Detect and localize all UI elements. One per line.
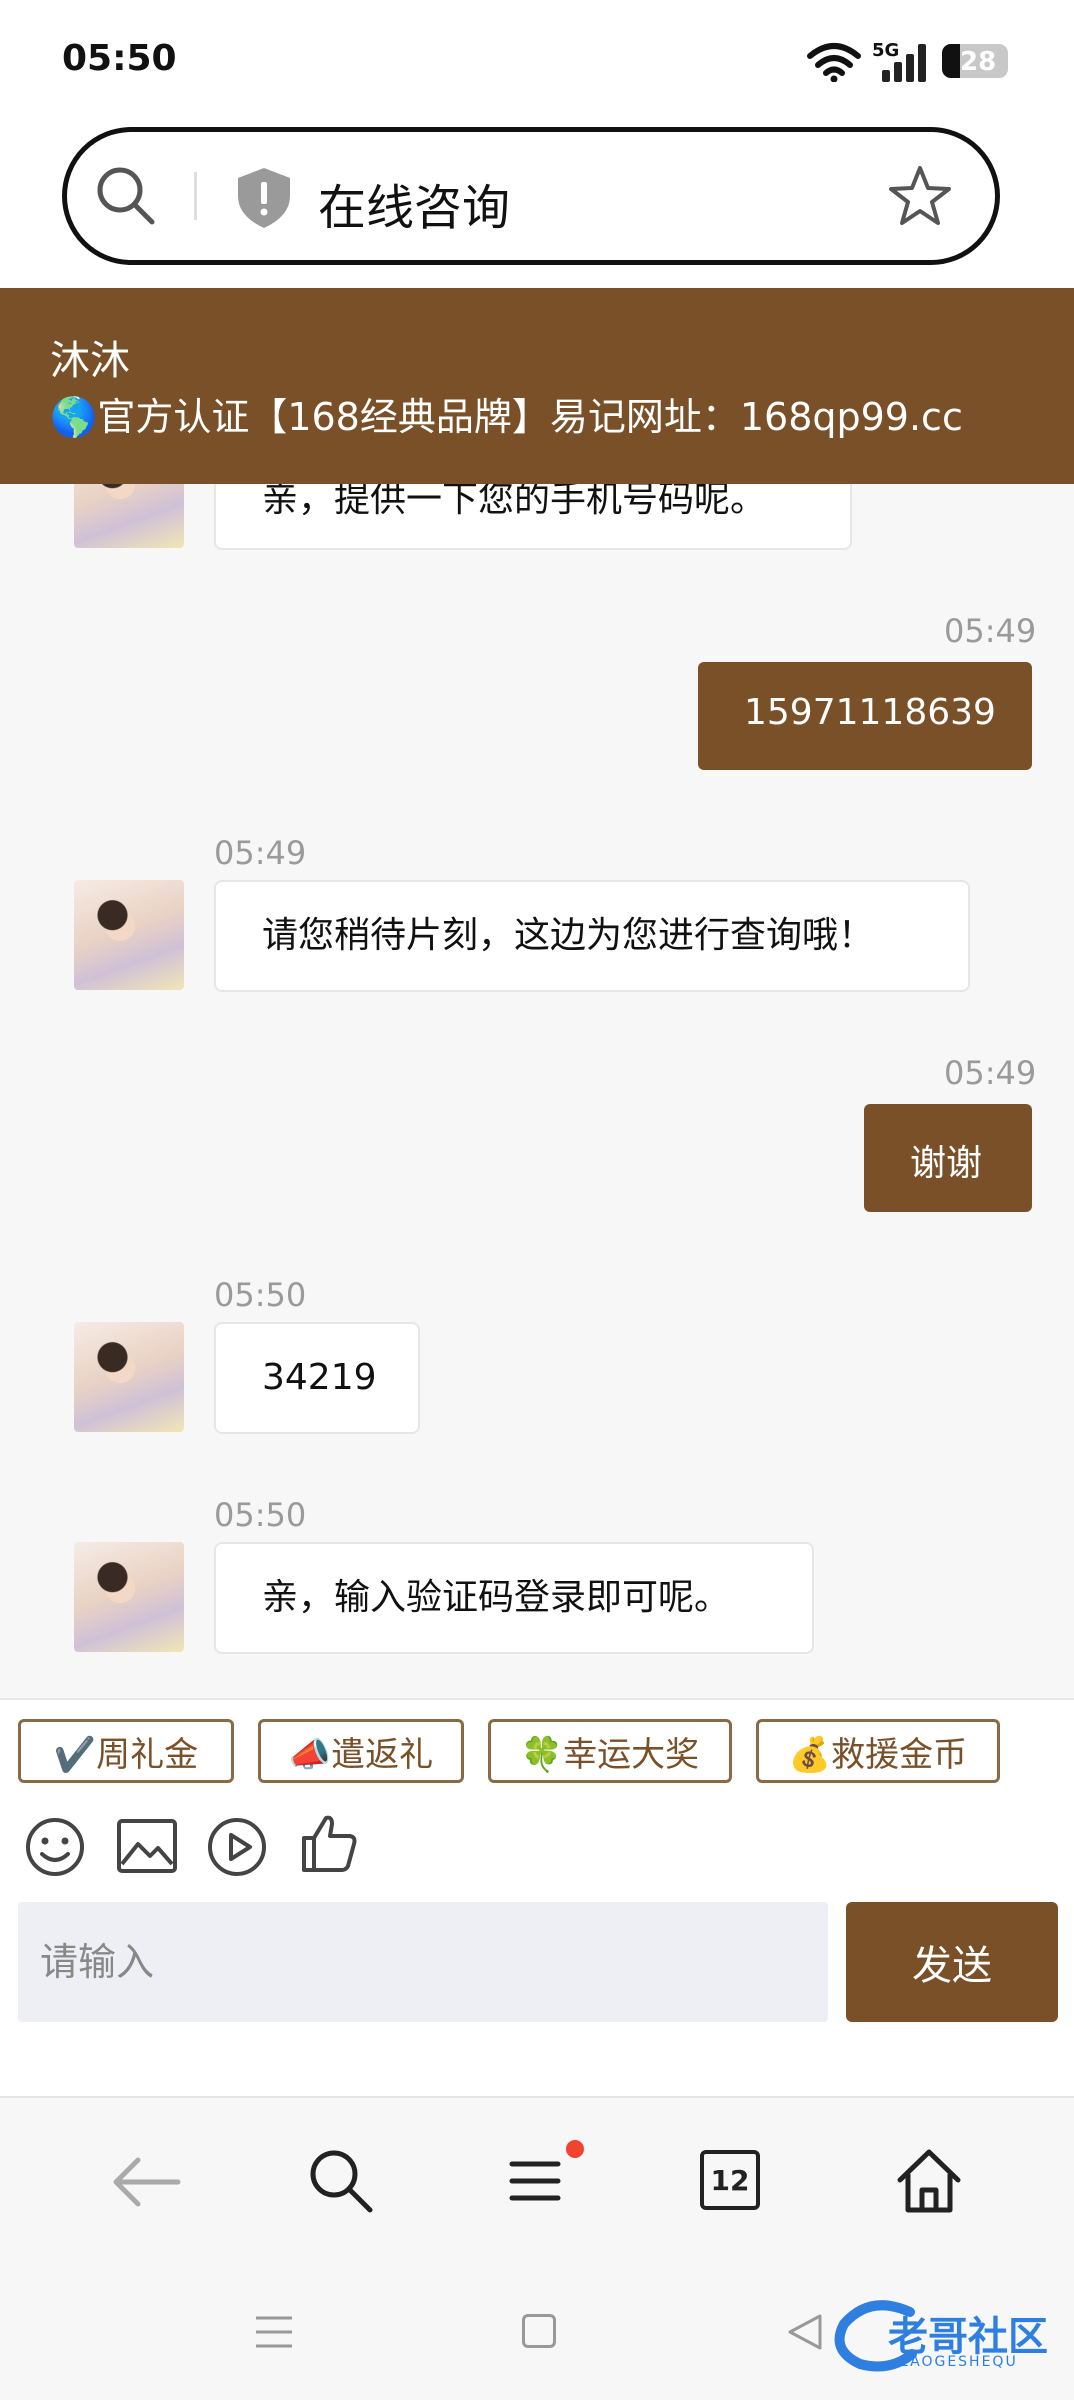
agent-message: 亲，输入验证码登录即可呢。	[214, 1542, 814, 1654]
tabs-count-button[interactable]: 12	[700, 2150, 760, 2210]
message-time: 05:49	[944, 1054, 1037, 1092]
agent-avatar[interactable]	[74, 1322, 184, 1432]
message-time: 05:49	[944, 612, 1037, 650]
agent-avatar[interactable]	[74, 1542, 184, 1652]
quick-reply-lucky-prize[interactable]: 🍀幸运大奖	[488, 1719, 732, 1783]
agent-name: 沐沐	[50, 338, 130, 384]
watermark-logo: 老哥社区 LAOGESHEQU	[830, 2290, 1066, 2390]
video-play-icon[interactable]	[206, 1816, 268, 1878]
message-list: 亲，提供一下您的手机号码呢。 05:49 15971118639 05:49 请…	[0, 0, 1074, 1698]
emoji-icon[interactable]	[24, 1816, 86, 1878]
image-icon[interactable]	[116, 1818, 178, 1874]
send-button[interactable]: 发送	[846, 1902, 1058, 2022]
agent-avatar[interactable]	[74, 880, 184, 990]
message-input[interactable]	[18, 1902, 828, 2022]
back-nav-icon[interactable]	[786, 2312, 824, 2352]
agent-message: 34219	[214, 1322, 420, 1434]
agent-notice: 🌎官方认证【168经典品牌】易记网址：168qp99.cc	[50, 395, 963, 439]
search-icon[interactable]	[306, 2146, 376, 2216]
thumbs-up-icon[interactable]	[298, 1812, 360, 1874]
user-message: 谢谢	[864, 1104, 1032, 1212]
quick-reply-weekly-bonus[interactable]: ✔️周礼金	[18, 1719, 234, 1783]
user-message: 15971118639	[698, 662, 1032, 770]
menu-notification-dot	[566, 2140, 584, 2158]
message-time: 05:50	[214, 1496, 307, 1534]
back-arrow-icon[interactable]	[110, 2152, 182, 2212]
message-time: 05:50	[214, 1276, 307, 1314]
quick-reply-return-gift[interactable]: 📣遣返礼	[258, 1719, 464, 1783]
agent-message: 请您稍待片刻，这边为您进行查询哦！	[214, 880, 970, 992]
recent-apps-icon[interactable]	[254, 2312, 294, 2352]
home-icon[interactable]	[894, 2146, 964, 2216]
watermark-subtext: LAOGESHEQU	[900, 2354, 1018, 2370]
quick-reply-rescue-coins[interactable]: 💰救援金币	[756, 1719, 1000, 1783]
home-nav-icon[interactable]	[522, 2314, 556, 2348]
chat-header: 沐沐 🌎官方认证【168经典品牌】易记网址：168qp99.cc	[0, 288, 1074, 484]
menu-icon[interactable]	[508, 2158, 562, 2204]
message-time: 05:49	[214, 834, 307, 872]
